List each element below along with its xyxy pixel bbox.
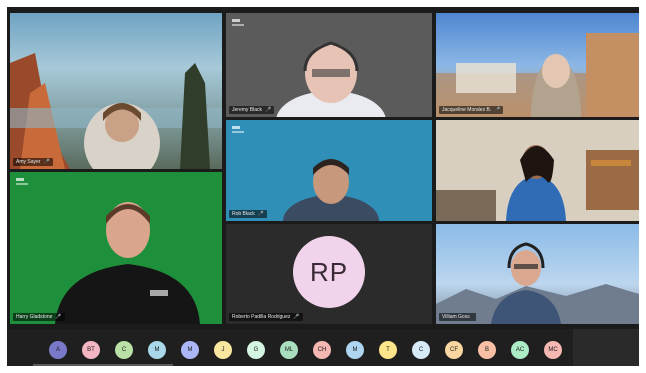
participant-name-label: Rob Black 🎤 — [229, 210, 268, 218]
participant-chip-initials: G — [253, 347, 259, 353]
participant-chip[interactable]: G — [247, 341, 265, 359]
video-tile-rob-black[interactable]: Rob Black 🎤 — [226, 120, 432, 221]
participant-name-label: Roberto Padilla Rodriguez 🎤 — [229, 313, 303, 321]
video-tile-participant-right[interactable] — [436, 120, 639, 221]
participant-chip-initials: CH — [317, 347, 327, 353]
mic-icon: 🎤 — [265, 107, 272, 113]
participant-chip[interactable]: M — [181, 341, 199, 359]
mic-icon: 🎤 — [55, 314, 62, 320]
participant-chip-initials: MC — [548, 347, 558, 353]
participant-chip-initials: M — [154, 347, 160, 353]
video-tile-jacqueline-morales[interactable]: Jacqueline Morales B. 🎤 — [436, 13, 639, 117]
video-tile-harry-gladstone[interactable]: Harry Gladstone 🎤 — [10, 172, 222, 324]
participant-video — [283, 159, 379, 221]
participant-name-label: Amy Sayer 🎤 — [13, 158, 53, 166]
participant-chip-initials: B — [484, 347, 489, 353]
participant-chip-initials: C — [121, 347, 127, 353]
participant-chip-initials: M — [352, 347, 358, 353]
participant-chip[interactable]: J — [214, 341, 232, 359]
participant-chip[interactable]: C — [115, 341, 133, 359]
participant-video — [276, 41, 386, 117]
video-tile-villiam-goss[interactable]: Villiam Goss — [436, 224, 639, 324]
participant-chip[interactable]: A — [49, 341, 67, 359]
participant-chip-initials: CF — [450, 347, 458, 353]
participant-avatar: RP — [293, 236, 365, 308]
participant-chip[interactable]: AC — [511, 341, 529, 359]
participant-chip-initials: ML — [284, 347, 294, 353]
participant-chip[interactable]: M — [346, 341, 364, 359]
mic-icon: 🎤 — [293, 314, 300, 320]
participant-chip-initials: AC — [515, 347, 525, 353]
participant-chip[interactable]: CH — [313, 341, 331, 359]
participant-name-label: Jeremy Black 🎤 — [229, 106, 275, 114]
participant-chip-initials: BT — [87, 347, 95, 353]
participant-chip[interactable]: C — [412, 341, 430, 359]
scrollbar[interactable] — [33, 364, 173, 366]
participant-strip-overflow[interactable] — [573, 329, 639, 366]
participant-chip[interactable]: B — [478, 341, 496, 359]
participant-chip[interactable]: CF — [445, 341, 463, 359]
participant-video — [436, 242, 639, 324]
mic-icon: 🎤 — [494, 107, 501, 113]
participant-chip-initials: C — [418, 347, 424, 353]
participant-video — [55, 202, 200, 324]
participant-chip[interactable]: ML — [280, 341, 298, 359]
video-tile-amy-sayer[interactable]: Amy Sayer 🎤 — [10, 13, 222, 169]
participant-chip[interactable]: MC — [544, 341, 562, 359]
participant-chip-initials: T — [386, 347, 390, 353]
participant-name-label: Jacqueline Morales B. 🎤 — [439, 106, 504, 114]
mic-icon: 🎤 — [43, 159, 50, 165]
participant-video — [436, 33, 639, 117]
mic-icon: 🎤 — [257, 211, 265, 217]
participant-chip-initials: J — [221, 347, 225, 353]
participant-chip[interactable]: BT — [82, 341, 100, 359]
participant-name-label: Harry Gladstone 🎤 — [13, 313, 65, 321]
participant-chip[interactable]: T — [379, 341, 397, 359]
participant-chip-initials: A — [55, 347, 60, 353]
video-tile-avatar-rp[interactable]: RP Roberto Padilla Rodriguez 🎤 — [226, 224, 432, 324]
video-tile-jeremy-black[interactable]: Jeremy Black 🎤 — [226, 13, 432, 117]
mountain-lake-background — [10, 53, 222, 169]
participant-chip-initials: M — [187, 347, 193, 353]
participant-name-label: Villiam Goss — [439, 313, 476, 321]
participant-video — [436, 145, 639, 221]
participant-strip: ABTCMMJGMLCHMTCCFBACMCRA — [7, 329, 639, 366]
participant-chip[interactable]: M — [148, 341, 166, 359]
